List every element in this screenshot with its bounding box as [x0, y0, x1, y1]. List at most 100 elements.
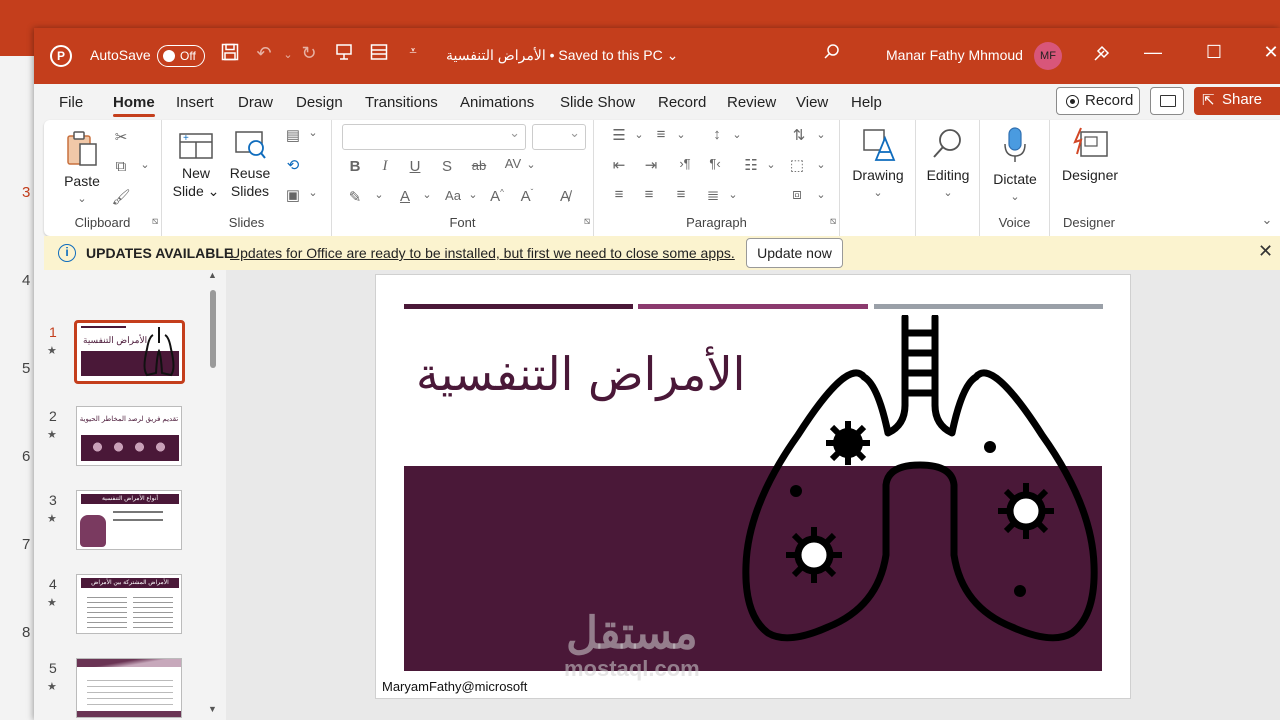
underline-icon[interactable]: U: [404, 158, 426, 175]
shrink-font-icon[interactable]: Aˇ: [516, 188, 538, 205]
thumbnail-item[interactable]: 3 ★ أنواع الأمراض التنفسية: [34, 490, 226, 560]
align-right-icon[interactable]: ≡: [670, 186, 692, 203]
tab-animations[interactable]: Animations: [460, 94, 534, 111]
font-size-combo[interactable]: [532, 124, 586, 150]
scroll-down-icon[interactable]: ▼: [208, 704, 217, 714]
slide-footer-text[interactable]: MaryamFathy@microsoft: [382, 679, 527, 694]
italic-icon[interactable]: I: [374, 158, 396, 175]
tab-home[interactable]: Home: [113, 94, 155, 117]
reset-icon[interactable]: ⟲: [282, 156, 304, 174]
line-spacing-icon[interactable]: ↕: [706, 126, 728, 143]
notification-message-link[interactable]: Updates for Office are ready to be insta…: [230, 245, 735, 261]
scroll-up-icon[interactable]: ▲: [208, 270, 217, 280]
sort-icon[interactable]: ⇅: [788, 126, 810, 144]
numbering-dropdown-icon[interactable]: ⌄: [670, 128, 692, 141]
clear-formatting-icon[interactable]: A̸: [554, 188, 576, 205]
scroll-thumb[interactable]: [210, 290, 216, 368]
customize-toolbar-icon[interactable]: ⩡: [401, 43, 425, 59]
justify-dropdown-icon[interactable]: ⌄: [722, 188, 744, 201]
spacing-dropdown-icon[interactable]: ⌄: [520, 158, 542, 171]
premium-icon[interactable]: [1090, 43, 1114, 68]
numbering-icon[interactable]: ≡: [650, 126, 672, 143]
increase-indent-icon[interactable]: ⇥: [640, 156, 662, 174]
tab-review[interactable]: Review: [727, 94, 776, 111]
bullets-icon[interactable]: ☰: [608, 126, 630, 144]
copy-dropdown-icon[interactable]: ⌄: [134, 158, 156, 171]
thumbnail-item[interactable]: 2 ★ تقديم فريق لرصد المخاطر الحيوية: [34, 406, 226, 476]
paste-dropdown-icon[interactable]: ⌄: [54, 190, 110, 208]
text-direction-icon[interactable]: ⬚: [786, 156, 808, 174]
maximize-icon[interactable]: ☐: [1199, 42, 1229, 63]
font-color-dropdown-icon[interactable]: ⌄: [416, 188, 438, 201]
share-button[interactable]: ⇱ Share: [1194, 87, 1280, 115]
layout-icon[interactable]: [367, 43, 391, 66]
text-direction-dropdown-icon[interactable]: ⌄: [810, 158, 832, 171]
undo-icon[interactable]: ↶: [252, 43, 276, 64]
tab-record[interactable]: Record: [658, 94, 706, 111]
copy-icon[interactable]: ⧉: [110, 158, 132, 175]
ribbon-expand-icon[interactable]: ⌄: [1256, 212, 1278, 228]
bullets-dropdown-icon[interactable]: ⌄: [628, 128, 650, 141]
sort-dropdown-icon[interactable]: ⌄: [810, 128, 832, 141]
align-center-icon[interactable]: ≡: [638, 186, 660, 203]
slide-thumbnail-3[interactable]: أنواع الأمراض التنفسية: [76, 490, 182, 550]
section-icon[interactable]: ▣: [282, 186, 304, 204]
slide-thumbnail-1[interactable]: الأمراض التنفسية: [74, 320, 185, 384]
tab-transitions[interactable]: Transitions: [365, 94, 438, 111]
search-icon[interactable]: [820, 43, 844, 66]
tab-help[interactable]: Help: [851, 94, 882, 111]
editing-button[interactable]: Editing ⌄: [918, 126, 978, 202]
justify-icon[interactable]: ≣: [702, 186, 724, 204]
bold-icon[interactable]: B: [344, 158, 366, 175]
grow-font-icon[interactable]: A^: [486, 188, 508, 205]
align-left-icon[interactable]: ≡: [608, 186, 630, 203]
redo-icon[interactable]: ↻: [297, 43, 321, 64]
change-case-icon[interactable]: Aa: [442, 188, 464, 203]
present-icon[interactable]: [332, 43, 356, 66]
thumbnail-item[interactable]: 4 ★ الأمراض المشتركة بين الأمراض التنفسي…: [34, 574, 226, 644]
rtl-icon[interactable]: ¶‹: [704, 156, 726, 171]
comments-button[interactable]: [1150, 87, 1184, 115]
font-color-icon[interactable]: A: [394, 188, 416, 205]
dictate-button[interactable]: Dictate ⌄: [984, 126, 1046, 206]
drawing-button[interactable]: Drawing ⌄: [844, 126, 912, 202]
reuse-slides-button[interactable]: Reuse Slides: [224, 128, 276, 200]
strikethrough-icon[interactable]: ab: [468, 158, 490, 173]
case-dropdown-icon[interactable]: ⌄: [462, 188, 484, 201]
update-now-button[interactable]: Update now: [746, 238, 843, 268]
ltr-icon[interactable]: ›¶: [674, 156, 696, 171]
layout-icon[interactable]: ▤: [282, 126, 304, 144]
save-icon[interactable]: [218, 43, 242, 66]
tab-file[interactable]: File: [59, 94, 83, 111]
thumbnail-item[interactable]: 5 ★: [34, 658, 226, 720]
highlight-dropdown-icon[interactable]: ⌄: [368, 188, 390, 201]
close-icon[interactable]: ✕: [1256, 42, 1280, 63]
notification-close-icon[interactable]: ✕: [1258, 241, 1273, 262]
record-button[interactable]: Record: [1056, 87, 1140, 115]
line-spacing-dropdown-icon[interactable]: ⌄: [726, 128, 748, 141]
columns-dropdown-icon[interactable]: ⌄: [760, 158, 782, 171]
current-slide[interactable]: الأمراض التنفسية MaryamFathy@microsoft: [375, 274, 1131, 699]
tab-insert[interactable]: Insert: [176, 94, 214, 111]
decrease-indent-icon[interactable]: ⇤: [608, 156, 630, 174]
slide-thumbnail-2[interactable]: تقديم فريق لرصد المخاطر الحيوية: [76, 406, 182, 466]
slide-title[interactable]: الأمراض التنفسية: [416, 347, 745, 401]
slide-thumbnail-4[interactable]: الأمراض المشتركة بين الأمراض التنفسية: [76, 574, 182, 634]
thumbnail-item[interactable]: 1 ★ الأمراض التنفسية: [34, 320, 226, 392]
autosave-toggle[interactable]: Off: [157, 45, 205, 67]
tab-draw[interactable]: Draw: [238, 94, 273, 111]
tab-slide-show[interactable]: Slide Show: [560, 94, 635, 111]
paste-button[interactable]: Paste ⌄: [54, 130, 110, 208]
designer-button[interactable]: Designer: [1054, 126, 1126, 184]
avatar[interactable]: MF: [1034, 42, 1062, 70]
font-name-combo[interactable]: [342, 124, 526, 150]
thumbnails-scrollbar[interactable]: ▲ ▼: [208, 270, 218, 720]
shadow-icon[interactable]: S: [436, 158, 458, 175]
smartart-icon[interactable]: ⧈: [786, 186, 808, 203]
slide-thumbnail-5[interactable]: [76, 658, 182, 718]
format-painter-icon[interactable]: 🖌: [110, 188, 132, 206]
tab-view[interactable]: View: [796, 94, 828, 111]
user-name[interactable]: Manar Fathy Mhmoud: [886, 47, 1023, 63]
smartart-dropdown-icon[interactable]: ⌄: [810, 188, 832, 201]
columns-icon[interactable]: ☷: [740, 156, 762, 174]
